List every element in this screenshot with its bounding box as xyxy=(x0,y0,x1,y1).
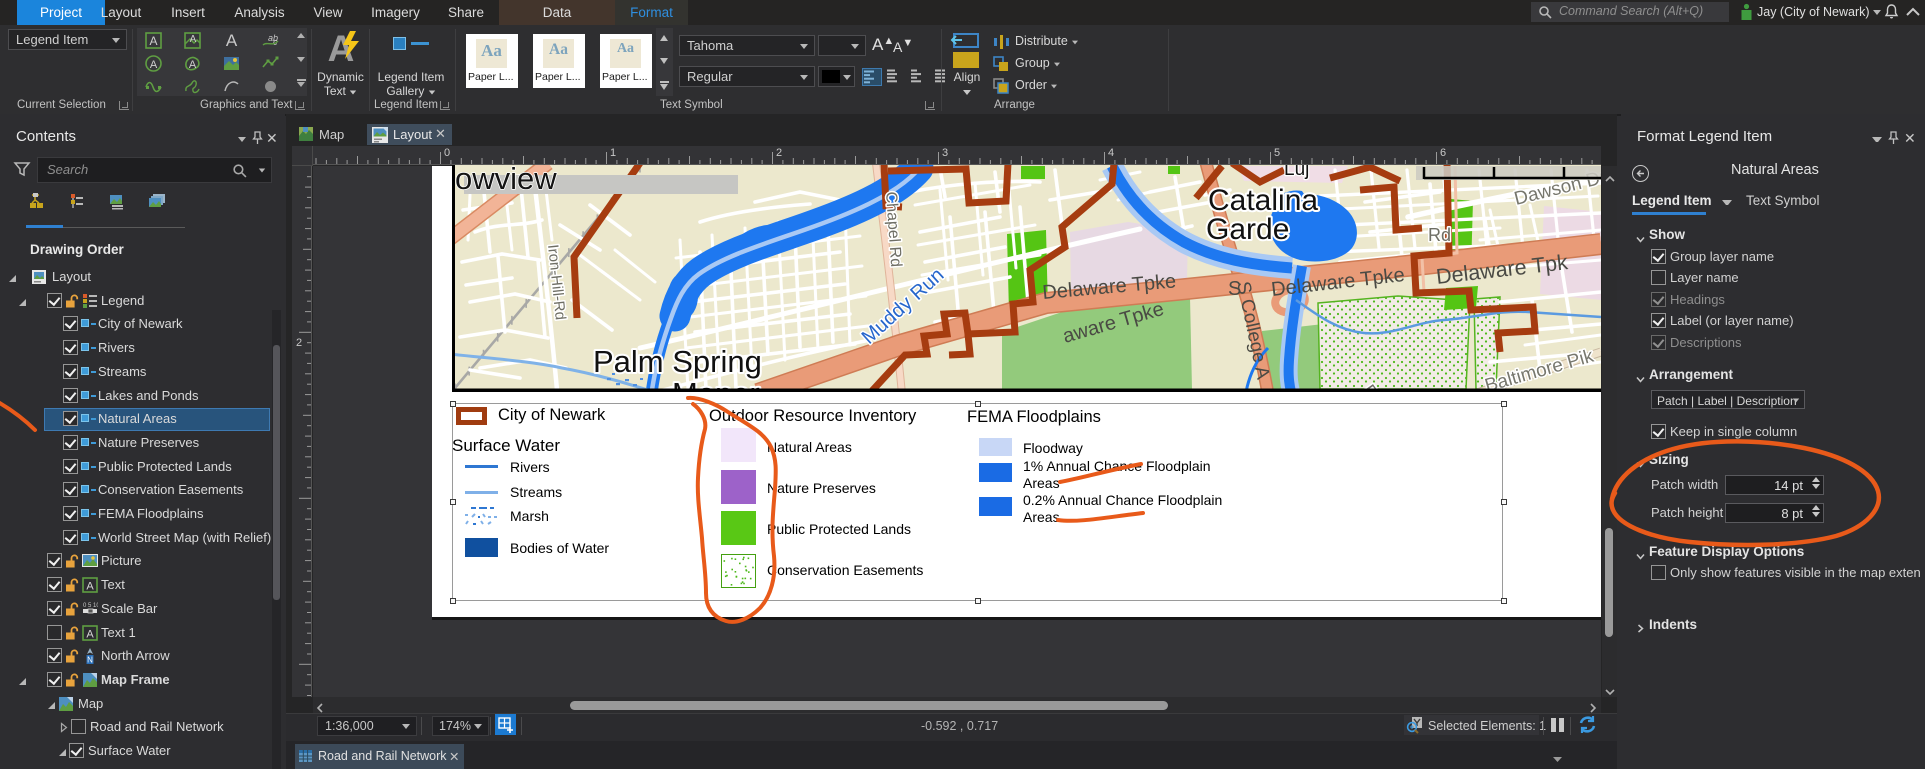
svg-text:1: 1 xyxy=(610,147,616,159)
svg-text:A: A xyxy=(149,34,157,48)
svg-text:A: A xyxy=(150,59,158,71)
svg-text:5: 5 xyxy=(1274,147,1280,159)
svg-text:6: 6 xyxy=(1440,147,1446,159)
svg-text:N: N xyxy=(87,656,93,665)
svg-text:Luj: Luj xyxy=(1284,165,1309,180)
svg-text:0 5 10: 0 5 10 xyxy=(83,603,98,609)
svg-text:A: A xyxy=(189,59,197,71)
svg-text:A: A xyxy=(226,32,238,49)
svg-text:A: A xyxy=(190,34,197,45)
svg-text:0: 0 xyxy=(444,147,450,159)
svg-text:Rd: Rd xyxy=(1428,225,1451,245)
svg-text:A: A xyxy=(86,581,94,593)
svg-text:2: 2 xyxy=(296,337,302,349)
svg-text:4: 4 xyxy=(1108,147,1114,159)
svg-text:A: A xyxy=(86,628,94,640)
svg-text:Palm Spring: Palm Spring xyxy=(593,344,762,379)
svg-text:2: 2 xyxy=(776,147,782,159)
svg-text:owview: owview xyxy=(455,165,557,196)
svg-text:3: 3 xyxy=(942,147,948,159)
svg-text:Garde: Garde xyxy=(1206,213,1289,246)
